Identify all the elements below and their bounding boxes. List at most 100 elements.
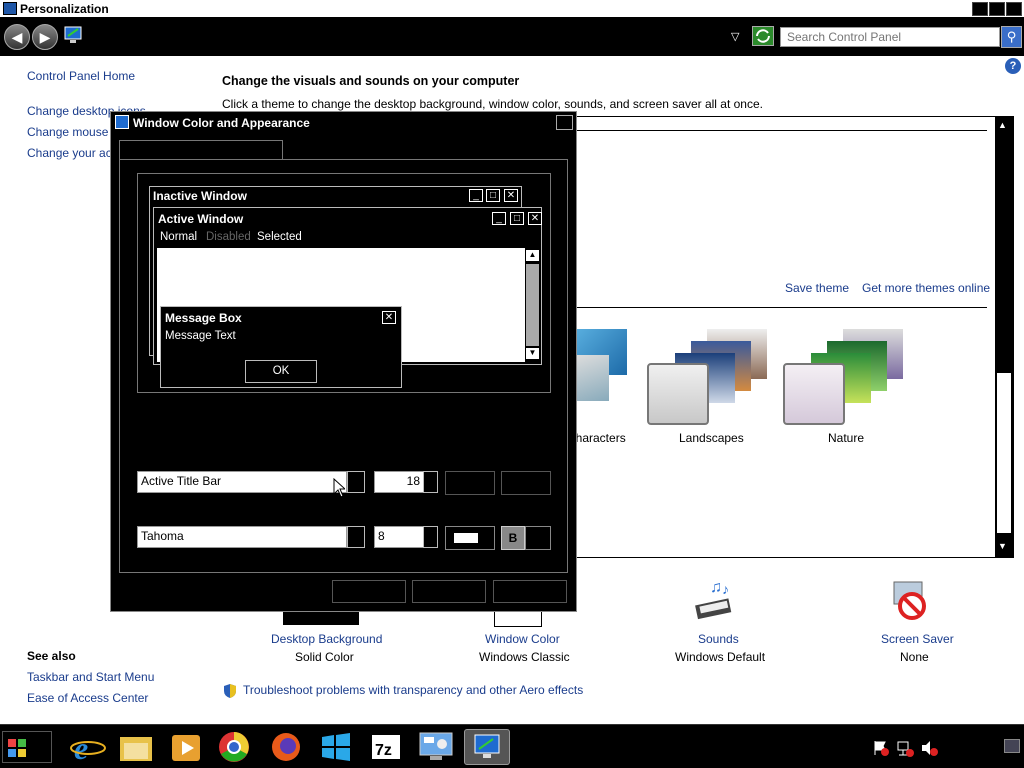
save-theme-link[interactable]: Save theme: [785, 281, 849, 295]
control-panel-home-link[interactable]: Control Panel Home: [27, 69, 135, 83]
control-panel-icon[interactable]: [416, 729, 456, 765]
svg-text:7z: 7z: [375, 742, 392, 759]
theme-landscapes-label: Landscapes: [679, 431, 744, 445]
get-more-themes-link[interactable]: Get more themes online: [862, 281, 990, 295]
screen-saver-icon[interactable]: [888, 578, 936, 624]
sounds-value: Windows Default: [675, 650, 766, 664]
minimize-icon: _: [492, 212, 506, 225]
screen-saver-value: None: [900, 650, 929, 664]
close-icon: ✕: [504, 189, 518, 202]
maximize-icon: □: [486, 189, 500, 202]
close-icon: ✕: [528, 212, 542, 225]
shield-icon: [222, 683, 238, 699]
close-icon: ✕: [382, 311, 396, 324]
font-select[interactable]: Tahoma: [137, 526, 347, 548]
chrome-icon[interactable]: [214, 729, 254, 765]
maximize-button[interactable]: [989, 2, 1005, 16]
back-button[interactable]: ◀: [4, 24, 30, 50]
minimize-button[interactable]: [972, 2, 988, 16]
font-size-input[interactable]: 8: [374, 526, 424, 548]
scroll-up-icon[interactable]: ▲: [998, 120, 1007, 130]
minimize-icon: _: [469, 189, 483, 202]
title-bar: Personalization: [0, 0, 1024, 18]
dialog-title: Window Color and Appearance: [133, 116, 310, 130]
menu-selected: Selected: [257, 231, 302, 243]
search-icon[interactable]: ⚲: [1001, 26, 1022, 48]
windows-icon[interactable]: [316, 729, 356, 765]
window-color-link[interactable]: Window Color: [485, 632, 560, 646]
search-input[interactable]: [780, 27, 1000, 47]
taskbar: e 7z: [0, 724, 1024, 768]
ok-dialog-button[interactable]: [332, 580, 406, 603]
window-title: Personalization: [20, 2, 109, 16]
font-color-button[interactable]: [445, 526, 495, 550]
scroll-down-icon[interactable]: ▼: [998, 541, 1007, 551]
action-center-flag-icon[interactable]: [872, 739, 890, 757]
menu-disabled: Disabled: [206, 231, 251, 243]
see-also-heading: See also: [27, 649, 76, 663]
scroll-up-icon: ▲: [526, 250, 539, 261]
bold-button[interactable]: B: [501, 526, 525, 550]
cancel-dialog-button[interactable]: [412, 580, 486, 603]
sounds-link[interactable]: Sounds: [698, 632, 739, 646]
network-icon[interactable]: [896, 739, 914, 757]
forward-button[interactable]: ▶: [32, 24, 58, 50]
inactive-window-title: Inactive Window: [153, 189, 247, 203]
font-dropdown-button[interactable]: [347, 526, 365, 548]
scroll-thumb[interactable]: [997, 373, 1011, 533]
maximize-icon: □: [510, 212, 524, 225]
svg-text:♪: ♪: [722, 581, 729, 597]
desktop-background-link[interactable]: Desktop Background: [271, 632, 382, 646]
media-player-icon[interactable]: [166, 729, 206, 765]
start-button[interactable]: [2, 731, 52, 763]
window-color-value: Windows Classic: [479, 650, 570, 664]
show-desktop-icon[interactable]: [1004, 739, 1020, 753]
theme-landscapes[interactable]: [647, 329, 769, 425]
menu-normal: Normal: [160, 231, 198, 243]
item-select[interactable]: Active Title Bar: [137, 471, 347, 493]
scroll-down-icon: ▼: [526, 348, 539, 359]
help-icon[interactable]: ?: [1005, 58, 1021, 74]
ok-button[interactable]: OK: [245, 360, 317, 383]
preview-scrollbar: ▲ ▼: [525, 248, 540, 362]
taskbar-start-menu-link[interactable]: Taskbar and Start Menu: [27, 670, 154, 684]
message-box-text: Message Text: [165, 330, 236, 342]
theme-nature[interactable]: [783, 329, 905, 425]
ease-of-access-link[interactable]: Ease of Access Center: [27, 691, 148, 705]
theme-nature-label: Nature: [828, 431, 865, 445]
appearance-tab[interactable]: [119, 140, 283, 160]
troubleshoot-link[interactable]: Troubleshoot problems with transparency …: [243, 683, 583, 697]
file-explorer-icon[interactable]: [116, 729, 156, 765]
color1-button: [445, 471, 495, 495]
dialog-close-button[interactable]: [556, 115, 573, 130]
page-title: Change the visuals and sounds on your co…: [222, 74, 520, 88]
window-color-appearance-dialog: Window Color and Appearance Inactive Win…: [110, 111, 577, 612]
firefox-icon[interactable]: [266, 729, 306, 765]
close-button[interactable]: [1006, 2, 1022, 16]
theme-scrollbar[interactable]: ▲ ▼: [995, 117, 1013, 557]
scroll-track: [526, 264, 539, 346]
italic-button[interactable]: [525, 526, 551, 550]
apply-dialog-button[interactable]: [493, 580, 567, 603]
svg-text:e: e: [74, 730, 88, 765]
history-dropdown-icon[interactable]: ▽: [731, 30, 739, 43]
personalization-icon: [3, 2, 17, 15]
7zip-icon[interactable]: 7z: [366, 729, 406, 765]
internet-explorer-icon[interactable]: e: [68, 729, 108, 766]
theme-characters[interactable]: [573, 327, 633, 411]
page-subtitle: Click a theme to change the desktop back…: [222, 97, 763, 111]
item-size-spinner[interactable]: [423, 471, 438, 493]
font-size-dropdown[interactable]: [423, 526, 438, 548]
breadcrumb-personalization-icon[interactable]: [62, 24, 86, 48]
volume-muted-icon[interactable]: [920, 739, 938, 757]
personalization-taskbar-icon[interactable]: [464, 729, 510, 765]
item-dropdown-button[interactable]: [347, 471, 365, 493]
item-size-input[interactable]: 18: [374, 471, 424, 493]
refresh-icon[interactable]: [752, 26, 774, 46]
dialog-icon: [115, 115, 129, 129]
screen-saver-link[interactable]: Screen Saver: [881, 632, 954, 646]
mouse-pointer-icon: [333, 477, 347, 498]
message-box-preview[interactable]: Message Box ✕ Message Text OK: [160, 306, 402, 388]
sounds-icon[interactable]: ♫ ♪: [692, 578, 740, 624]
active-window-title: Active Window: [158, 212, 244, 226]
